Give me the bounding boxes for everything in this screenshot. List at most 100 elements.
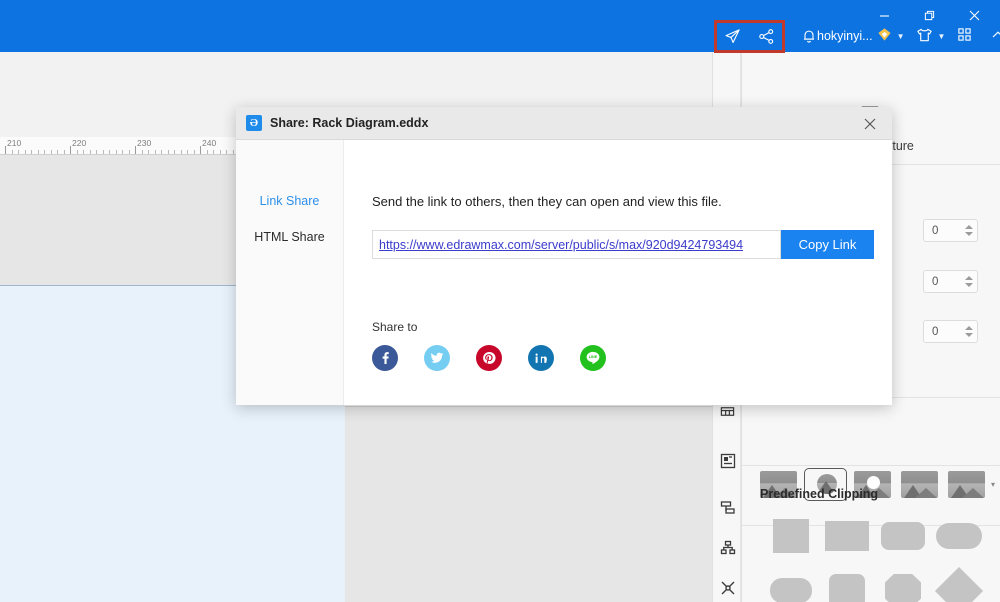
copy-link-button[interactable]: Copy Link <box>781 230 874 259</box>
ruler-tick-minor <box>12 150 13 154</box>
predefined-clipping-grid <box>763 515 987 602</box>
pinterest-icon[interactable] <box>476 345 502 371</box>
dialog-tab-list: Link Share HTML Share <box>236 140 344 405</box>
ruler-tick-minor <box>83 150 84 154</box>
theme-dropdown-chevron-icon[interactable]: ▼ <box>938 32 946 41</box>
ruler-tick-minor <box>168 150 169 154</box>
dialog-close-button[interactable] <box>848 107 892 140</box>
svg-text:LINE: LINE <box>589 355 598 359</box>
canvas-secondary-area <box>345 407 712 602</box>
edrawmax-window: 210220230240250260 Line 4 <box>0 0 1000 602</box>
spinner-down-icon[interactable] <box>965 283 973 287</box>
ruler-tick-minor <box>226 150 227 154</box>
clip-shape-diamond[interactable] <box>931 566 987 602</box>
tab-html-share[interactable]: HTML Share <box>254 230 324 244</box>
ruler-tick-minor <box>181 150 182 154</box>
clip-shape-square[interactable] <box>763 515 819 556</box>
ruler-tick-minor <box>213 150 214 154</box>
ruler-tick-major <box>200 146 201 154</box>
clip-shape-octagon[interactable] <box>875 570 931 602</box>
user-account-area[interactable]: hokyinyi... ▼ ▼ <box>817 20 1000 52</box>
layout-blocks-icon[interactable] <box>713 442 742 480</box>
ruler-tick-minor <box>51 150 52 154</box>
paper-plane-icon[interactable] <box>715 20 749 52</box>
clip-shape-rounded-rectangle[interactable] <box>875 515 931 556</box>
spinner-field-3[interactable]: 0 <box>923 320 978 343</box>
ruler-tick-minor <box>31 150 32 154</box>
spinner-arrows-3[interactable] <box>961 321 977 342</box>
edrawmax-app-icon: Ə <box>246 115 262 131</box>
spinner-down-icon[interactable] <box>965 232 973 236</box>
spinner-arrows-1[interactable] <box>961 220 977 241</box>
ruler-tick-minor <box>116 150 117 154</box>
ruler-tick-minor <box>187 150 188 154</box>
share-dialog: Ə Share: Rack Diagram.eddx Link Share HT… <box>236 107 892 405</box>
spinner-field-2[interactable]: 0 <box>923 270 978 293</box>
ruler-tick-minor <box>142 150 143 154</box>
spinner-field-1[interactable]: 0 <box>923 219 978 242</box>
ruler-label: 230 <box>137 138 152 148</box>
ruler-tick-minor <box>109 150 110 154</box>
spinner-value-3: 0 <box>932 325 939 338</box>
spinner-arrows-2[interactable] <box>961 271 977 292</box>
ruler-label: 210 <box>7 138 22 148</box>
twitter-icon[interactable] <box>424 345 450 371</box>
ruler-tick-minor <box>38 150 39 154</box>
share-nodes-icon[interactable] <box>749 20 783 52</box>
spinner-up-icon[interactable] <box>965 276 973 280</box>
share-link-text[interactable]: https://www.edrawmax.com/server/public/s… <box>379 238 743 252</box>
shirt-icon[interactable] <box>916 27 933 46</box>
spinner-down-icon[interactable] <box>965 333 973 337</box>
ruler-tick-minor <box>220 150 221 154</box>
org-chart-icon[interactable] <box>713 529 742 567</box>
predefined-clipping-title: Predefined Clipping <box>760 487 879 501</box>
share-link-field[interactable]: https://www.edrawmax.com/server/public/s… <box>372 230 781 259</box>
tab-link-share[interactable]: Link Share <box>260 194 320 208</box>
ruler-tick-minor <box>148 150 149 154</box>
link-row: https://www.edrawmax.com/server/public/s… <box>372 230 892 259</box>
grid-apps-icon[interactable] <box>957 27 972 45</box>
network-icon[interactable] <box>713 569 742 602</box>
ruler-tick-minor <box>129 150 130 154</box>
ruler-tick-minor <box>57 150 58 154</box>
clip-shape-pill[interactable] <box>931 515 987 556</box>
spinner-value-2: 0 <box>932 275 939 288</box>
dialog-body: Link Share HTML Share Send the link to o… <box>236 140 892 405</box>
user-dropdown-chevron-icon[interactable]: ▼ <box>897 32 905 41</box>
ruler-tick-minor <box>90 150 91 154</box>
clip-shape-pill-small[interactable] <box>763 570 819 602</box>
picture-style-5[interactable] <box>948 471 985 498</box>
facebook-icon[interactable] <box>372 345 398 371</box>
dialog-content: Send the link to others, then they can o… <box>344 140 892 405</box>
linkedin-icon[interactable] <box>528 345 554 371</box>
ruler-label: 240 <box>202 138 217 148</box>
ruler-tick-minor <box>25 150 26 154</box>
social-share-row: LINE <box>372 345 606 371</box>
spinner-up-icon[interactable] <box>965 326 973 330</box>
chevron-up-icon[interactable] <box>991 28 1000 45</box>
clip-shape-rounded-square[interactable] <box>819 570 875 602</box>
ruler-label: 220 <box>72 138 87 148</box>
ruler-tick-major <box>70 146 71 154</box>
spinner-up-icon[interactable] <box>965 225 973 229</box>
ruler-tick-minor <box>174 150 175 154</box>
ruler-tick-minor <box>194 150 195 154</box>
dialog-title-bar: Ə Share: Rack Diagram.eddx <box>236 107 892 140</box>
ruler-tick-minor <box>207 150 208 154</box>
picture-style-4[interactable] <box>901 471 938 498</box>
dialog-title: Share: Rack Diagram.eddx <box>270 116 429 130</box>
dialog-description: Send the link to others, then they can o… <box>372 194 722 209</box>
clip-shape-rectangle[interactable] <box>819 515 875 556</box>
ruler-tick-minor <box>44 150 45 154</box>
flowchart-icon[interactable] <box>713 489 742 527</box>
ruler-tick-minor <box>96 150 97 154</box>
line-icon[interactable]: LINE <box>580 345 606 371</box>
diamond-badge-icon[interactable] <box>877 27 892 45</box>
title-bar: hokyinyi... ▼ ▼ <box>0 0 1000 53</box>
ruler-tick-major <box>135 146 136 154</box>
ruler-tick-minor <box>122 150 123 154</box>
share-to-label: Share to <box>372 320 418 334</box>
chevron-down-icon[interactable]: ▾ <box>991 480 995 489</box>
ruler-tick-minor <box>161 150 162 154</box>
ruler-tick-minor <box>64 150 65 154</box>
